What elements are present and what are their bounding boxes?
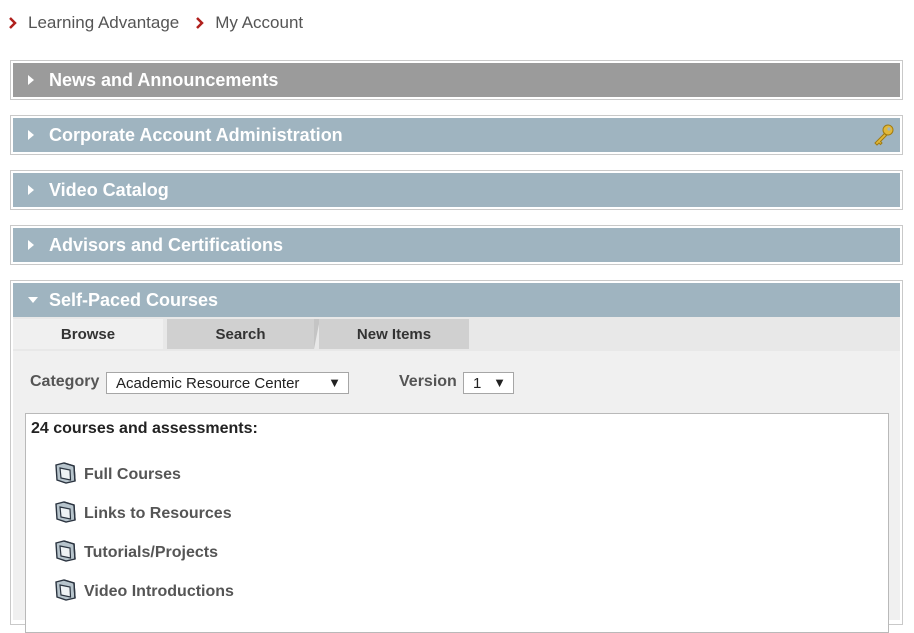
panel-advisors: Advisors and Certifications	[10, 225, 903, 265]
triangle-down-icon	[27, 296, 43, 304]
course-count: 24 courses and assessments:	[31, 420, 258, 437]
breadcrumb: Learning Advantage My Account	[8, 13, 319, 33]
list-item-links-to-resources[interactable]: Links to Resources	[54, 499, 232, 528]
tab-label: New Items	[356, 325, 432, 343]
panel-title: Self-Paced Courses	[49, 289, 219, 310]
version-select[interactable]: 1 ▼	[463, 372, 514, 394]
panel-title: Video Catalog	[49, 179, 169, 200]
tab-new-items[interactable]: New Items	[319, 319, 469, 349]
dropdown-caret-icon: ▼	[493, 375, 506, 390]
panel-self-paced: Self-Paced Courses Browse Search New Ite…	[10, 280, 903, 633]
course-list: 24 courses and assessments: Full Courses	[25, 413, 889, 633]
chevron-right-icon	[8, 13, 22, 33]
list-item-label[interactable]: Tutorials/Projects	[84, 544, 218, 562]
folder-icon	[54, 577, 78, 606]
folder-icon	[54, 538, 78, 567]
version-value: 1	[473, 374, 482, 392]
triangle-right-icon	[27, 129, 43, 141]
folder-icon	[54, 460, 78, 489]
tab-bar: Browse Search New Items	[13, 317, 900, 351]
list-item-tutorials-projects[interactable]: Tutorials/Projects	[54, 538, 218, 567]
breadcrumb-label[interactable]: Learning Advantage	[28, 13, 179, 33]
category-select[interactable]: Academic Resource Center ▼	[106, 372, 349, 394]
tab-label: Browse	[60, 325, 116, 343]
panel-header-corporate[interactable]: Corporate Account Administration	[13, 118, 900, 152]
breadcrumb-item-my-account[interactable]: My Account	[195, 13, 303, 33]
list-item-full-courses[interactable]: Full Courses	[54, 460, 181, 489]
folder-icon	[54, 499, 78, 528]
panel-title: News and Announcements	[49, 69, 279, 90]
panel-news: News and Announcements	[10, 60, 903, 100]
panel-title: Advisors and Certifications	[49, 234, 284, 255]
panel-header-advisors[interactable]: Advisors and Certifications	[13, 228, 900, 262]
panel-header-news[interactable]: News and Announcements	[13, 63, 900, 97]
tab-label: Search	[215, 325, 266, 343]
browse-content: Category Academic Resource Center ▼ Vers…	[13, 351, 900, 633]
category-value: Academic Resource Center	[116, 374, 300, 392]
list-item-label[interactable]: Full Courses	[84, 466, 181, 484]
panel-corporate: Corporate Account Administration	[10, 115, 903, 155]
panel-header-self-paced[interactable]: Self-Paced Courses	[13, 283, 900, 317]
triangle-right-icon	[27, 74, 43, 86]
list-item-video-introductions[interactable]: Video Introductions	[54, 577, 234, 606]
dropdown-caret-icon: ▼	[328, 375, 341, 390]
triangle-right-icon	[27, 184, 43, 196]
panel-title: Corporate Account Administration	[49, 124, 343, 145]
breadcrumb-label[interactable]: My Account	[215, 13, 303, 33]
panel-video: Video Catalog	[10, 170, 903, 210]
panel-header-video[interactable]: Video Catalog	[13, 173, 900, 207]
version-label: Version	[399, 373, 457, 390]
list-item-label[interactable]: Links to Resources	[84, 505, 232, 523]
triangle-right-icon	[27, 239, 43, 251]
category-label: Category	[30, 373, 100, 390]
tab-browse[interactable]: Browse	[13, 319, 169, 349]
breadcrumb-item-learning-advantage[interactable]: Learning Advantage	[8, 13, 179, 33]
chevron-right-icon	[195, 13, 209, 33]
list-item-label[interactable]: Video Introductions	[84, 583, 234, 601]
key-icon[interactable]	[872, 123, 896, 152]
tab-search[interactable]: Search	[167, 319, 320, 349]
